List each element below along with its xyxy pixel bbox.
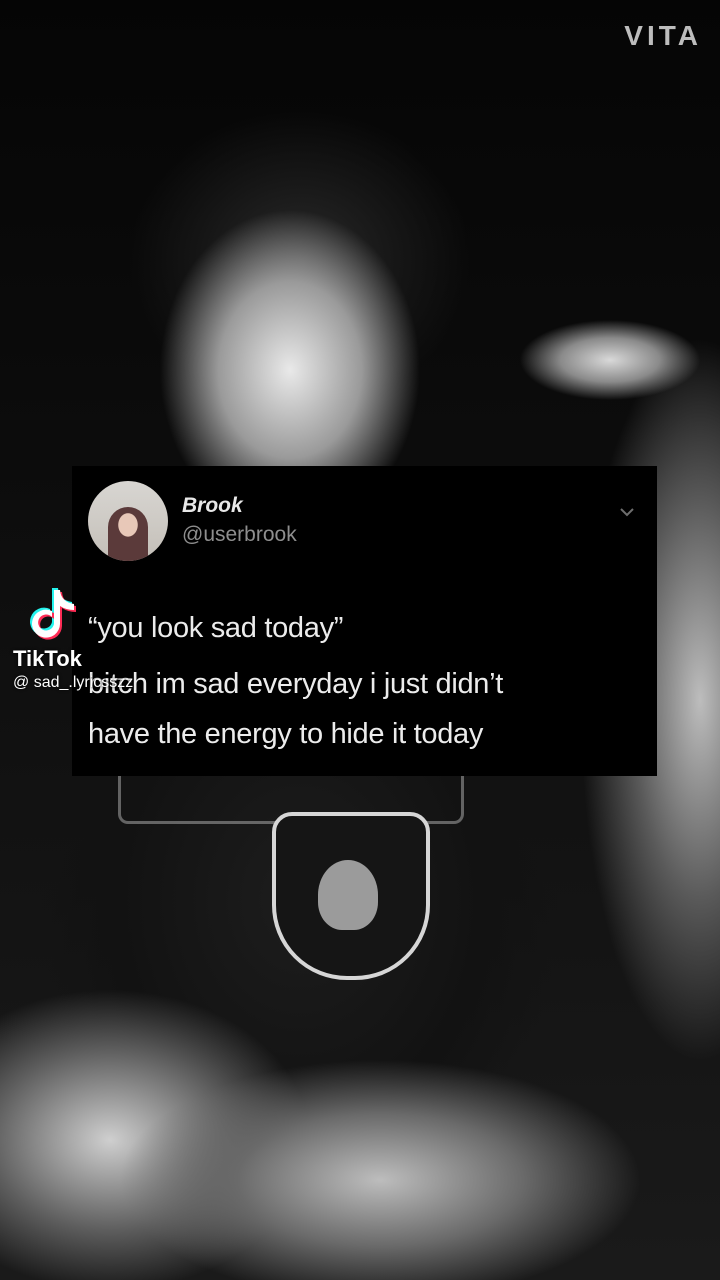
tweet-card: Brook @userbrook “you look sad today” bi… (72, 466, 657, 776)
tweet-author-name: Brook (182, 494, 243, 517)
tiktok-username: @ sad_.lyricsszz (13, 674, 134, 691)
chevron-down-icon[interactable] (619, 504, 635, 520)
tiktok-logo-icon (30, 588, 76, 640)
tweet-line-1: “you look sad today” (88, 612, 344, 644)
avatar-person (108, 507, 148, 561)
vita-watermark: VITA (624, 20, 702, 51)
avatar (88, 481, 168, 561)
tiktok-brand-label: TikTok (13, 646, 82, 671)
raiders-logo-face (318, 860, 378, 930)
tweet-line-2: bitch im sad everyday i just didn’t (88, 668, 504, 700)
tweet-author-handle: @userbrook (182, 523, 297, 546)
tweet-text: “you look sad today” bitch im sad everyd… (88, 600, 638, 762)
tweet-line-3: have the energy to hide it today (88, 718, 484, 750)
